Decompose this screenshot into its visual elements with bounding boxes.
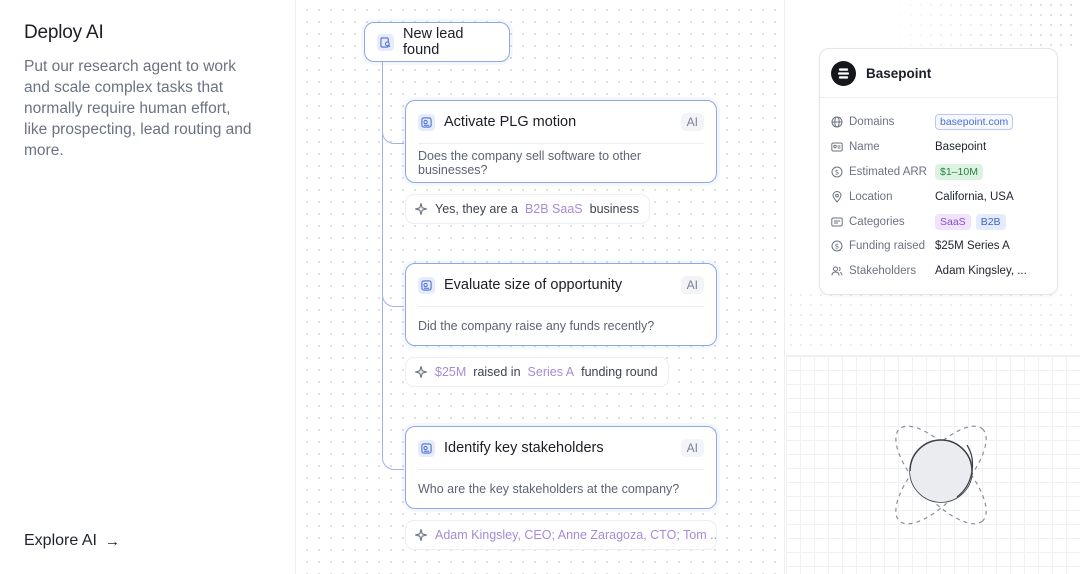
step-title: Activate PLG motion [444,114,577,130]
svg-text:$: $ [835,243,839,251]
step-answer: Yes, they are a B2B SaaS business [405,194,650,224]
row-value: Basepoint [935,141,987,154]
answer-text: funding round [581,365,658,379]
sparkle-icon [414,202,428,216]
trigger-node[interactable]: New lead found [364,22,510,62]
id-card-icon [831,142,843,152]
step-question: Does the company sell software to other … [418,149,642,177]
row-label: Stakeholders [849,265,917,278]
location-pin-icon [832,190,842,203]
basepoint-logo-icon [831,60,856,86]
profile-row-arr: $ Estimated ARR $1–10M [820,160,1057,185]
step-question: Who are the key stakeholders at the comp… [418,482,680,496]
row-label: Domains [849,116,895,129]
enrich-icon [418,113,435,131]
orbit-planet-illustration [895,425,987,525]
row-label: Categories [849,215,905,228]
funding-icon: $ [831,240,843,252]
row-label: Estimated ARR [849,165,927,178]
step-answer: $25M raised in Series A funding round [405,357,669,387]
connector-branch [382,285,404,307]
globe-icon [831,116,843,128]
dollar-circle-icon: $ [831,166,843,178]
row-label: Location [849,190,893,203]
row-value: $25M Series A [935,240,1010,253]
users-icon [831,266,843,276]
enrich-icon [418,439,435,457]
enrich-icon [418,276,435,294]
row-value: California, USA [935,190,1014,203]
step-card[interactable]: Evaluate size of opportunity AI Did the … [405,263,717,346]
answer-highlight: Adam Kingsley, CEO; Anne Zaragoza, CTO; … [435,528,717,542]
profile-row-funding: $ Funding raised $25M Series A [820,234,1057,259]
step-card[interactable]: Activate PLG motion AI Does the company … [405,100,717,183]
step-title: Identify key stakeholders [444,440,604,456]
page-title: Deploy AI [24,22,104,43]
row-label: Name [849,141,880,154]
sparkle-icon [414,365,428,379]
step-question: Did the company raise any funds recently… [418,319,655,333]
dot-pattern [786,290,1080,350]
arrow-right-icon: → [104,532,120,550]
connector-branch [382,448,404,470]
workflow-canvas: New lead found Activate PLG motion AI Do… [297,0,785,574]
profile-row-location: Location California, USA [820,184,1057,209]
answer-highlight: B2B SaaS [524,202,583,216]
intro-panel: Deploy AI Put our research agent to work… [0,0,296,574]
answer-highlight: Series A [527,365,575,379]
lead-search-icon [377,33,394,51]
profile-row-name: Name Basepoint [820,135,1057,160]
company-panel: Basepoint Domains basepoint.com Name Bas… [786,0,1080,574]
domain-link[interactable]: basepoint.com [935,114,1014,131]
ai-badge: AI [680,113,704,131]
ai-badge: AI [680,439,704,457]
categories-icon [831,217,843,227]
step-answer: Adam Kingsley, CEO; Anne Zaragoza, CTO; … [405,520,717,550]
arr-badge: $1–10M [935,163,983,180]
step-title: Evaluate size of opportunity [444,277,623,293]
ai-badge: AI [680,276,704,294]
trigger-label: New lead found [403,26,464,58]
explore-ai-link[interactable]: Explore AI → [24,532,120,550]
answer-text: business [589,202,639,216]
company-profile-card[interactable]: Basepoint Domains basepoint.com Name Bas… [819,48,1058,295]
category-tag: B2B [975,213,1006,230]
category-tag: SaaS [935,213,971,230]
answer-highlight: $25M [435,365,467,379]
sparkle-icon [414,528,428,542]
answer-text: Yes, they are a [435,202,518,216]
company-name: Basepoint [866,65,932,81]
profile-row-stakeholders: Stakeholders Adam Kingsley, ... [820,259,1057,284]
page-description: Put our research agent to work and scale… [24,58,252,159]
svg-text:$: $ [835,168,839,176]
explore-ai-label: Explore AI [24,532,97,549]
dot-pattern [876,0,1080,50]
answer-text: raised in [473,365,521,379]
row-label: Funding raised [849,240,926,253]
row-value: Adam Kingsley, ... [935,265,1027,278]
profile-row-categories: Categories SaaS B2B [820,209,1057,234]
step-card[interactable]: Identify key stakeholders AI Who are the… [405,426,717,509]
profile-row-domains: Domains basepoint.com [820,110,1057,135]
connector-branch [382,122,404,144]
